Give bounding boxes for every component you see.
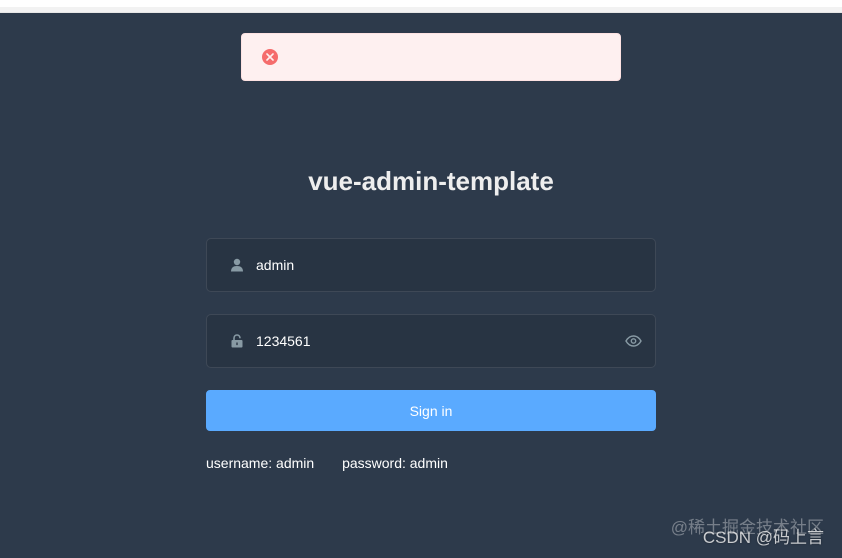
username-tip: username: admin — [206, 455, 315, 471]
username-field[interactable] — [206, 238, 656, 292]
lock-icon — [207, 334, 252, 348]
browser-top-strip — [0, 0, 842, 13]
user-icon — [207, 258, 252, 272]
eye-icon[interactable] — [621, 335, 645, 347]
password-field[interactable] — [206, 314, 656, 368]
top-divider — [0, 7, 842, 12]
watermark-csdn: CSDN @码上言 — [702, 528, 824, 547]
close-circle-icon[interactable] — [262, 49, 278, 65]
error-message — [241, 33, 621, 81]
page-title: vue-admin-template — [308, 166, 554, 196]
password-input[interactable] — [252, 315, 621, 367]
login-tips: username: admin password: admin — [206, 455, 472, 471]
sign-in-button[interactable]: Sign in — [206, 390, 656, 431]
password-tip: password: admin — [342, 455, 448, 471]
username-input[interactable] — [252, 239, 655, 291]
